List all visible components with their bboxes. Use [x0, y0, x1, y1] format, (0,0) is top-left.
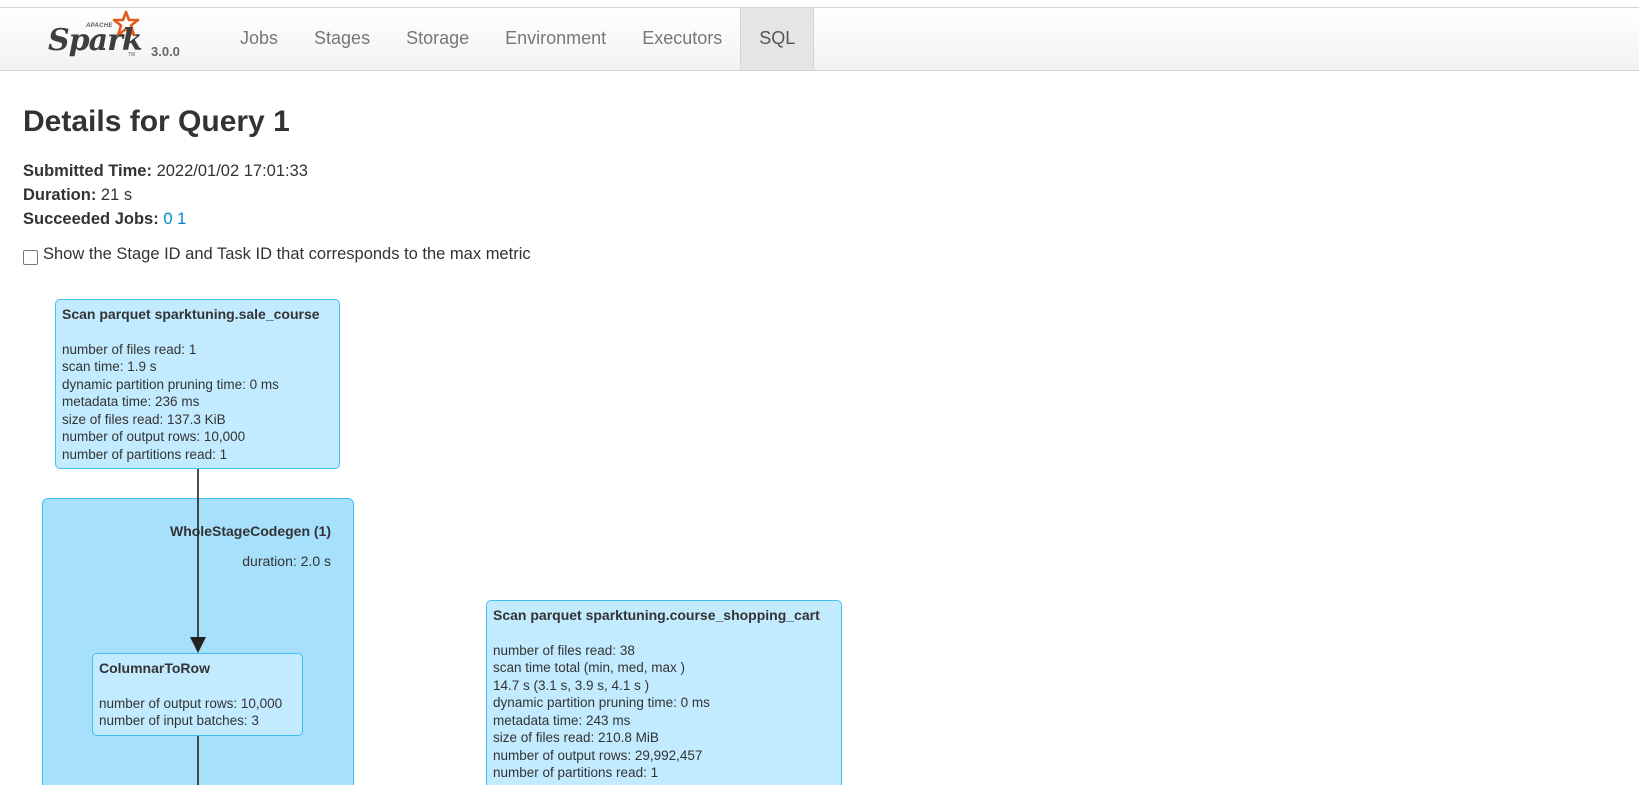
navbar: APACHE Spark TM 3.0.0 Jobs Stages Storag…: [0, 8, 1639, 71]
node-title: Scan parquet sparktuning.sale_course: [62, 306, 320, 322]
cluster-title: WholeStageCodegen (1): [169, 523, 331, 539]
scan-sale-course-node[interactable]: Scan parquet sparktuning.sale_course num…: [55, 299, 340, 469]
node-metric: number of partitions read: 1: [493, 765, 659, 780]
wholestagecodegen-cluster[interactable]: WholeStageCodegen (1) duration: 2.0 s: [42, 498, 354, 785]
max-metric-label: Show the Stage ID and Task ID that corre…: [43, 245, 531, 263]
succeeded-jobs-row: Succeeded Jobs: 0 1: [23, 207, 308, 231]
submitted-time-value: 2022/01/02 17:01:33: [156, 162, 308, 180]
scan-shopping-cart-node[interactable]: Scan parquet sparktuning.course_shopping…: [486, 600, 842, 785]
columnar-to-row-node[interactable]: ColumnarToRow number of output rows: 10,…: [92, 653, 303, 736]
spark-logo[interactable]: APACHE Spark TM 3.0.0: [46, 10, 196, 68]
node-metric: number of files read: 38: [493, 642, 635, 658]
node-metric: dynamic partition pruning time: 0 ms: [493, 695, 710, 710]
node-title: ColumnarToRow: [99, 660, 210, 676]
succeeded-jobs-label: Succeeded Jobs:: [23, 210, 159, 228]
query-summary: Submitted Time: 2022/01/02 17:01:33 Dura…: [23, 159, 308, 231]
submitted-time-label: Submitted Time:: [23, 162, 152, 180]
spark-version: 3.0.0: [151, 44, 180, 59]
node-title: Scan parquet sparktuning.course_shopping…: [493, 607, 820, 623]
submitted-time-row: Submitted Time: 2022/01/02 17:01:33: [23, 159, 308, 183]
node-metric: number of partitions read: 1: [62, 446, 228, 462]
nav-jobs[interactable]: Jobs: [222, 8, 296, 70]
node-metric: scan time: 1.9 s: [62, 359, 157, 374]
node-metric: number of files read: 1: [62, 341, 197, 357]
nav-sql[interactable]: SQL: [740, 8, 815, 70]
node-metric: metadata time: 236 ms: [62, 394, 200, 409]
duration-value: 21 s: [100, 186, 133, 204]
job-link-0[interactable]: 0: [163, 210, 172, 228]
node-metric: 14.7 s (3.1 s, 3.9 s, 4.1 s ): [493, 677, 650, 693]
job-link-1[interactable]: 1: [177, 210, 186, 228]
node-metric: number of output rows: 29,992,457: [493, 747, 703, 763]
node-metric: metadata time: 243 ms: [493, 712, 631, 728]
nav-storage[interactable]: Storage: [388, 8, 487, 70]
cluster-duration: duration: 2.0 s: [242, 553, 331, 569]
node-metric: size of files read: 137.3 KiB: [62, 411, 226, 427]
nav-stages[interactable]: Stages: [296, 8, 388, 70]
nav-executors[interactable]: Executors: [624, 8, 740, 70]
brand-tm: TM: [128, 52, 136, 58]
max-metric-toggle[interactable]: Show the Stage ID and Task ID that corre…: [23, 244, 531, 265]
node-metric: dynamic partition pruning time: 0 ms: [62, 376, 279, 392]
node-metric: size of files read: 210.8 MiB: [493, 730, 659, 745]
node-metric: number of output rows: 10,000: [99, 695, 283, 711]
duration-row: Duration: 21 s: [23, 183, 308, 207]
main-nav: Jobs Stages Storage Environment Executor…: [222, 8, 815, 70]
nav-environment[interactable]: Environment: [487, 8, 624, 70]
node-metric: number of output rows: 10,000: [62, 429, 246, 444]
duration-label: Duration:: [23, 186, 97, 204]
max-metric-checkbox[interactable]: [23, 250, 38, 265]
node-metric: number of input batches: 3: [99, 713, 259, 728]
node-metric: scan time total (min, med, max ): [493, 660, 686, 675]
page-title: Details for Query 1: [23, 105, 290, 138]
